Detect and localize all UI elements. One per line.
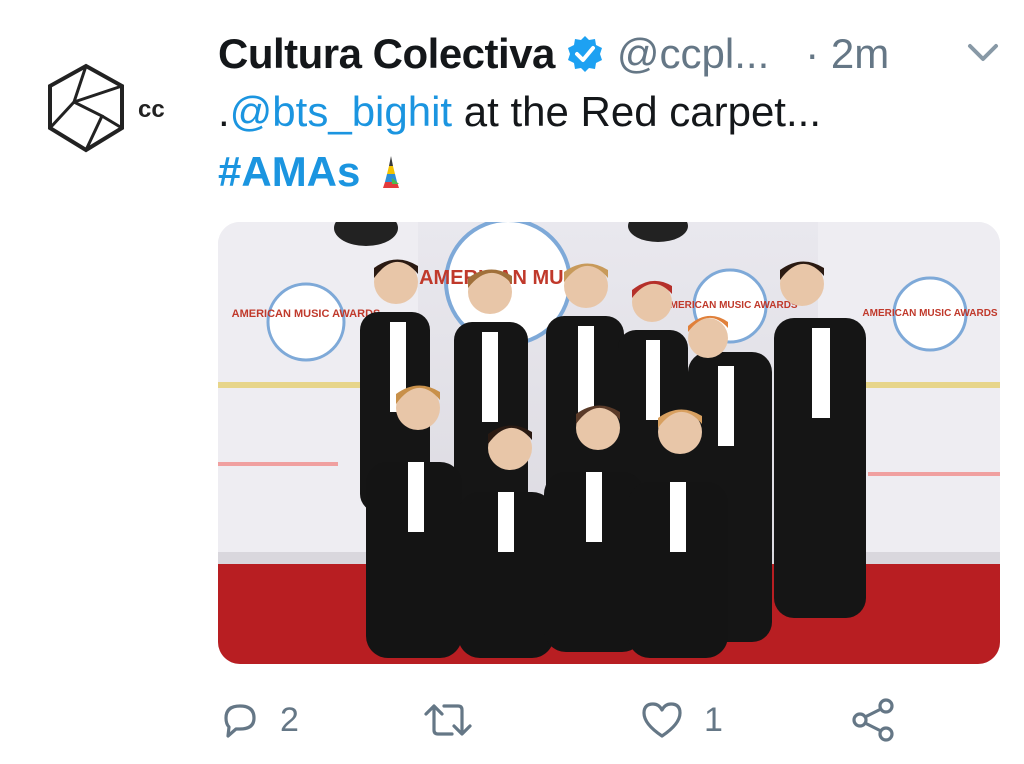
- reply-count: 2: [280, 700, 299, 739]
- ama-mid-label: AMERICAN MUSIC AWARDS: [662, 300, 798, 311]
- like-count: 1: [704, 700, 723, 739]
- retweet-icon[interactable]: [422, 698, 474, 742]
- cc-logo-icon: [48, 63, 124, 153]
- chevron-down-icon[interactable]: [966, 40, 1000, 66]
- ama-left-label: AMERICAN MUSIC AWARDS: [232, 308, 381, 320]
- tweet-text: .@bts_bighit at the Red carpet...: [218, 88, 821, 136]
- tweet-media-photo[interactable]: AMERICAN MUSIC AWARDS AMERICAN MUSIC AME…: [218, 222, 1000, 664]
- reply-action[interactable]: 2: [218, 690, 299, 750]
- heart-icon[interactable]: [638, 698, 686, 742]
- reply-icon[interactable]: [218, 698, 262, 742]
- tweet-header: Cultura Colectiva @ccpl... · 2m: [218, 26, 889, 82]
- tweet-hashtag-line: #AMAs: [218, 148, 402, 196]
- share-action[interactable]: [850, 690, 898, 750]
- tweet-actions: 2 1: [218, 690, 1000, 750]
- verified-badge-icon: [567, 36, 602, 72]
- user-handle[interactable]: @ccpl...: [617, 30, 769, 78]
- retweet-action[interactable]: [422, 690, 492, 750]
- mention-link[interactable]: @bts_bighit: [230, 88, 452, 135]
- share-icon[interactable]: [850, 696, 898, 744]
- text-prefix: .: [218, 88, 230, 135]
- display-name[interactable]: Cultura Colectiva: [218, 30, 555, 78]
- like-action[interactable]: 1: [638, 690, 723, 750]
- hashtag-link[interactable]: #AMAs: [218, 148, 360, 196]
- rocket-flag-icon: [383, 156, 400, 188]
- text-rest: at the Red carpet...: [452, 88, 821, 135]
- avatar-label: cc: [138, 96, 165, 123]
- ama-right-label: AMERICAN MUSIC AWARDS: [862, 308, 998, 319]
- red-carpet-photo: AMERICAN MUSIC AWARDS AMERICAN MUSIC AME…: [218, 222, 1000, 664]
- timestamp[interactable]: · 2m: [805, 30, 889, 78]
